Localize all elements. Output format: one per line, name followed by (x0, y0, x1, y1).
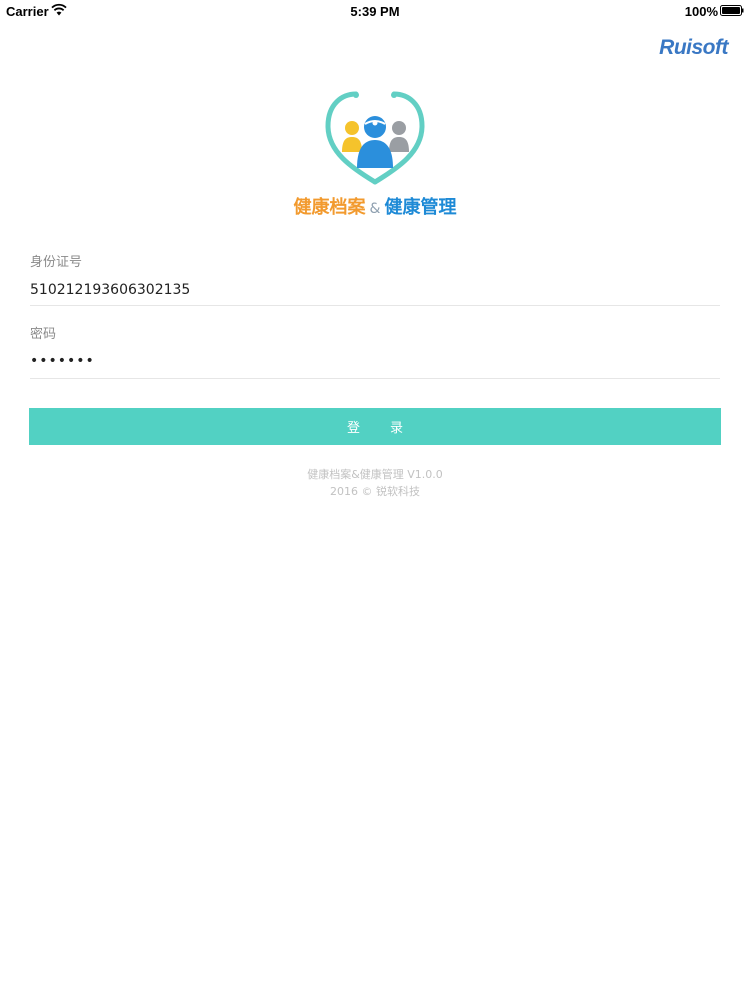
version-text: 健康档案&健康管理 V1.0.0 (307, 468, 443, 481)
title-health-records: 健康档案 (293, 197, 366, 218)
copyright-text: 2016 © 锐软科技 (330, 485, 420, 498)
id-number-underline (30, 305, 720, 306)
password-underline (30, 378, 720, 379)
app-title: 健康档案 & 健康管理 (0, 193, 750, 219)
password-label: 密码 (30, 327, 57, 342)
battery-percentage: 100% (684, 4, 718, 19)
ruisoft-brand: Ruisoft (659, 36, 728, 59)
health-family-stethoscope-logo (325, 91, 425, 185)
id-number-label: 身份证号 (30, 255, 83, 270)
clock: 5:39 PM (350, 4, 400, 19)
password-input[interactable]: ••••••• (30, 353, 95, 369)
status-bar: Carrier 5:39 PM 100% (0, 0, 750, 22)
id-number-input[interactable] (30, 276, 720, 304)
login-button[interactable]: 登录 (29, 408, 721, 445)
battery-full-icon (720, 5, 744, 16)
title-health-management: 健康管理 (384, 197, 457, 218)
title-separator: & (369, 201, 381, 217)
